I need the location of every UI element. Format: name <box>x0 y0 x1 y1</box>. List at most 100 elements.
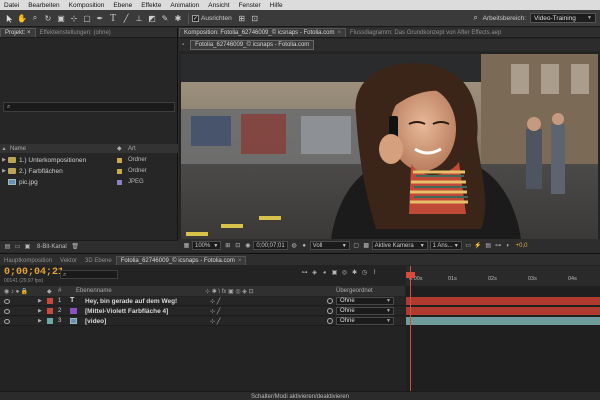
timeline-icon[interactable]: ▤ <box>484 241 493 250</box>
selection-tool-icon[interactable] <box>3 12 15 24</box>
trash-icon[interactable]: 🗑 <box>71 242 80 251</box>
label-color-swatch[interactable] <box>117 179 122 185</box>
tab-flowchart[interactable]: Flussdiagramm: Das Grundkonzept von Afte… <box>346 28 505 37</box>
expand-triangle-icon[interactable]: ▶ <box>0 168 8 174</box>
parent-dropdown[interactable]: Ohne ▼ <box>336 307 394 315</box>
hand-tool-icon[interactable]: ✋ <box>16 12 28 24</box>
menu-item[interactable]: Bearbeiten <box>28 2 59 9</box>
tab-timeline-fotolia[interactable]: Fotolia_62746009_© icsnaps - Fotolia.com… <box>115 256 247 265</box>
layer-duration-bar[interactable] <box>406 297 600 305</box>
search-help-icon[interactable]: ⌕ <box>470 12 482 24</box>
expand-triangle-icon[interactable]: ▶ <box>38 298 42 304</box>
lock-icon[interactable]: ▪ <box>182 42 184 48</box>
menu-item[interactable]: Animation <box>170 2 199 9</box>
toggle-switches-modes-button[interactable]: Schalter/Modi aktivieren/deaktivieren <box>251 394 349 400</box>
composition-mini-flowchart-icon[interactable]: ⊶ <box>300 268 309 277</box>
parent-dropdown[interactable]: Ohne ▼ <box>336 317 394 325</box>
pan-behind-tool-icon[interactable]: ⊹ <box>68 12 80 24</box>
resolution-dropdown[interactable]: Voll ▼ <box>309 241 350 250</box>
menu-item[interactable]: Datei <box>4 2 19 9</box>
pen-tool-icon[interactable]: ✒ <box>94 12 106 24</box>
show-channel-icon[interactable]: ◍ <box>290 241 299 250</box>
tab-composition[interactable]: Komposition: Fotolia_62746009_© icsnaps … <box>179 28 347 37</box>
pick-whip-icon[interactable] <box>327 318 333 324</box>
timeline-search-input[interactable]: ⌕ <box>60 270 118 279</box>
eraser-tool-icon[interactable]: ◩ <box>146 12 158 24</box>
column-parent[interactable]: Übergeordnet <box>336 288 373 294</box>
layer-label-swatch[interactable] <box>47 318 53 324</box>
new-folder-icon[interactable]: ▭ <box>13 242 22 251</box>
zoom-tool-icon[interactable]: ⌕ <box>29 12 41 24</box>
tab-timeline-3d-ebene[interactable]: 3D Ebene <box>81 256 116 265</box>
menu-item[interactable]: Komposition <box>69 2 105 9</box>
close-icon[interactable]: × <box>338 30 342 36</box>
magnification-dropdown[interactable]: 100% ▼ <box>192 241 222 250</box>
column-type[interactable]: Art <box>128 146 136 152</box>
project-item[interactable]: ▶ 2.) Farbflächen Ordner <box>0 166 178 176</box>
region-of-interest-icon[interactable]: ▢ <box>352 241 361 250</box>
exposure-icon[interactable]: ◐ <box>504 241 513 250</box>
layer-switches[interactable]: ⊹ ╱ <box>210 308 220 315</box>
label-tag-icon[interactable]: ◆ <box>117 145 122 152</box>
clone-stamp-tool-icon[interactable]: ⊥ <box>133 12 145 24</box>
mask-tool-icon[interactable]: ▢ <box>81 12 93 24</box>
tab-effect-controls[interactable]: Effekteinstellungen: (ohne) <box>36 28 115 37</box>
layer-switches[interactable]: ⊹ ╱ <box>210 318 220 325</box>
sort-triangle-icon[interactable]: ▲ <box>0 146 8 152</box>
project-item[interactable]: pic.jpg JPEG <box>0 177 178 187</box>
parent-dropdown[interactable]: Ohne ▼ <box>336 297 394 305</box>
layer-name[interactable]: Hey, bin gerade auf dem Weg! <box>85 298 177 305</box>
current-time-field[interactable]: 0;00;07;01 <box>253 241 288 250</box>
project-search-input[interactable]: ⌕ <box>3 102 175 112</box>
layer-row[interactable]: ▶ 2 [Mittel-Violett Farbfläche 4] ⊹ ╱ Oh… <box>0 307 405 316</box>
expand-triangle-icon[interactable]: ▶ <box>38 308 42 314</box>
layer-duration-bar[interactable] <box>406 307 600 315</box>
pick-whip-icon[interactable] <box>327 298 333 304</box>
shy-layers-icon[interactable]: ◕ <box>320 268 329 277</box>
current-time-indicator[interactable] <box>410 266 411 400</box>
layer-label-swatch[interactable] <box>47 298 53 304</box>
menu-item[interactable]: Ansicht <box>208 2 229 9</box>
layer-name[interactable]: [video] <box>85 318 106 325</box>
timeline-current-time[interactable]: 0;00;04;21 <box>4 267 64 278</box>
bpc-button[interactable]: 8-Bit-Kanal <box>37 244 67 250</box>
puppet-tool-icon[interactable]: ✱ <box>172 12 184 24</box>
type-tool-icon[interactable]: T <box>107 12 119 24</box>
layer-switches[interactable]: ⊹ ╱ <box>210 298 220 305</box>
label-color-swatch[interactable] <box>117 168 122 174</box>
roto-brush-tool-icon[interactable]: ✎ <box>159 12 171 24</box>
auto-keyframe-icon[interactable]: ◷ <box>360 268 369 277</box>
layer-name[interactable]: [Mittel-Violett Farbfläche 4] <box>85 308 168 315</box>
layer-row[interactable]: ▶ 1 T Hey, bin gerade auf dem Weg! ⊹ ╱ O… <box>0 297 405 306</box>
project-item[interactable]: ▶ 1.) Unterkompositionen Ordner <box>0 155 178 165</box>
draft-3d-icon[interactable]: ◈ <box>310 268 319 277</box>
snapshot-icon[interactable]: ◉ <box>243 241 252 250</box>
align-checkbox[interactable]: ✓ <box>192 14 199 22</box>
fast-previews-icon[interactable]: ⚡ <box>474 241 483 250</box>
exposure-value[interactable]: +0,0 <box>516 243 528 249</box>
always-preview-icon[interactable]: ▦ <box>182 241 191 250</box>
color-channel-icon[interactable]: ● <box>300 241 309 250</box>
new-composition-icon[interactable]: ▣ <box>23 242 32 251</box>
composition-viewer[interactable] <box>181 54 598 239</box>
label-color-swatch[interactable] <box>117 157 122 163</box>
interpret-footage-icon[interactable]: ▤ <box>3 242 12 251</box>
frame-blending-icon[interactable]: ▣ <box>330 268 339 277</box>
layer-row[interactable]: ▶ 3 [video] ⊹ ╱ Ohne ▼ <box>0 317 405 326</box>
grid-icon[interactable]: ⊡ <box>233 241 242 250</box>
current-time-indicator-head[interactable] <box>406 272 415 278</box>
snap-icon[interactable]: ⊞ <box>236 12 248 24</box>
snap-options-icon[interactable]: ⊡ <box>249 12 261 24</box>
layer-label-swatch[interactable] <box>47 308 53 314</box>
menu-item[interactable]: Fenster <box>239 2 261 9</box>
menu-item[interactable]: Hilfe <box>270 2 283 9</box>
tab-project[interactable]: Projekt: × <box>0 28 36 37</box>
tab-timeline-hauptkomposition[interactable]: Hauptkomposition <box>0 256 56 265</box>
time-ruler[interactable]: 0:00s 01s 02s 03s 04s <box>406 266 600 286</box>
timeline-graph-area[interactable]: 0:00s 01s 02s 03s 04s <box>406 266 600 400</box>
tab-timeline-vektor[interactable]: Vektor <box>56 256 81 265</box>
camera-dropdown[interactable]: Aktive Kamera ▼ <box>371 241 428 250</box>
expand-triangle-icon[interactable]: ▶ <box>38 318 42 324</box>
layer-duration-bar[interactable] <box>406 317 600 325</box>
brainstorm-icon[interactable]: ✱ <box>350 268 359 277</box>
